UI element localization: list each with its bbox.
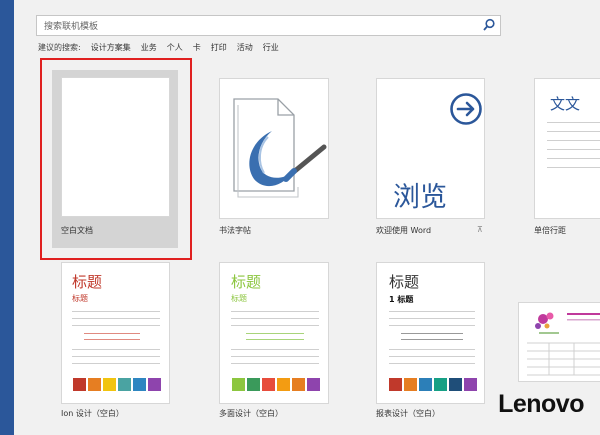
suggested-searches: 建议的搜索: 设计方案集 业务 个人 卡 打印 活动 行业 <box>38 42 279 54</box>
report-thumb-subtitle: 1 标题 <box>389 295 414 304</box>
template-thumb-ion[interactable]: 标题 标题 <box>61 262 170 404</box>
template-label-single-spaced: 单倍行距 <box>534 226 566 235</box>
ion-thumb-title: 标题 <box>72 273 103 291</box>
suggestion-link[interactable]: 设计方案集 <box>91 42 131 54</box>
suggestion-link[interactable]: 活动 <box>237 42 253 54</box>
flower-decoration-icon <box>527 312 600 376</box>
template-label-ion: Ion 设计（空白） <box>61 409 124 418</box>
template-label-facet: 多面设计（空白） <box>219 409 283 418</box>
search-input[interactable]: 搜索联机模板 <box>44 19 98 32</box>
arrow-right-circle-icon <box>450 93 482 125</box>
word-start-screen: 搜索联机模板 建议的搜索: 设计方案集 业务 个人 卡 打印 活动 行业 空白文… <box>0 0 600 435</box>
template-label-welcome: 欢迎使用 Word <box>376 226 432 235</box>
search-box[interactable]: 搜索联机模板 <box>36 15 501 36</box>
template-thumb-facet[interactable]: 标题 标题 <box>219 262 329 404</box>
welcome-thumb-text: 浏览 <box>393 182 447 213</box>
template-thumb-calligraphy[interactable] <box>219 78 329 219</box>
suggestion-link[interactable]: 业务 <box>141 42 157 54</box>
facet-thumb-subtitle: 标题 <box>231 294 247 303</box>
search-icon[interactable] <box>482 18 496 32</box>
left-accent-rail <box>0 0 14 435</box>
suggestion-link[interactable]: 行业 <box>263 42 279 54</box>
suggestion-link[interactable]: 卡 <box>193 42 201 54</box>
report-thumb-title: 标题 <box>389 273 420 291</box>
template-thumb-single-spaced[interactable]: 文文 <box>534 78 600 219</box>
single-spaced-thumb-text: 文文 <box>550 95 581 113</box>
template-label-report: 报表设计（空白） <box>376 409 440 418</box>
template-thumb-blank[interactable] <box>61 77 170 217</box>
suggestion-link[interactable]: 个人 <box>167 42 183 54</box>
template-thumb-welcome[interactable]: 浏览 <box>376 78 485 219</box>
suggested-searches-label: 建议的搜索: <box>38 43 81 52</box>
ion-thumb-subtitle: 标题 <box>72 294 88 303</box>
template-label-blank: 空白文档 <box>61 226 93 235</box>
calligraphy-brush-icon <box>233 98 327 198</box>
facet-thumb-title: 标题 <box>231 273 262 291</box>
template-thumb-report[interactable]: 标题 1 标题 <box>376 262 485 404</box>
template-label-calligraphy: 书法字帖 <box>219 226 251 235</box>
suggestion-link[interactable]: 打印 <box>211 42 227 54</box>
lenovo-watermark: Lenovo <box>498 390 584 418</box>
pin-icon[interactable]: ⊼ <box>477 225 483 234</box>
template-thumb-flower[interactable] <box>518 302 600 382</box>
